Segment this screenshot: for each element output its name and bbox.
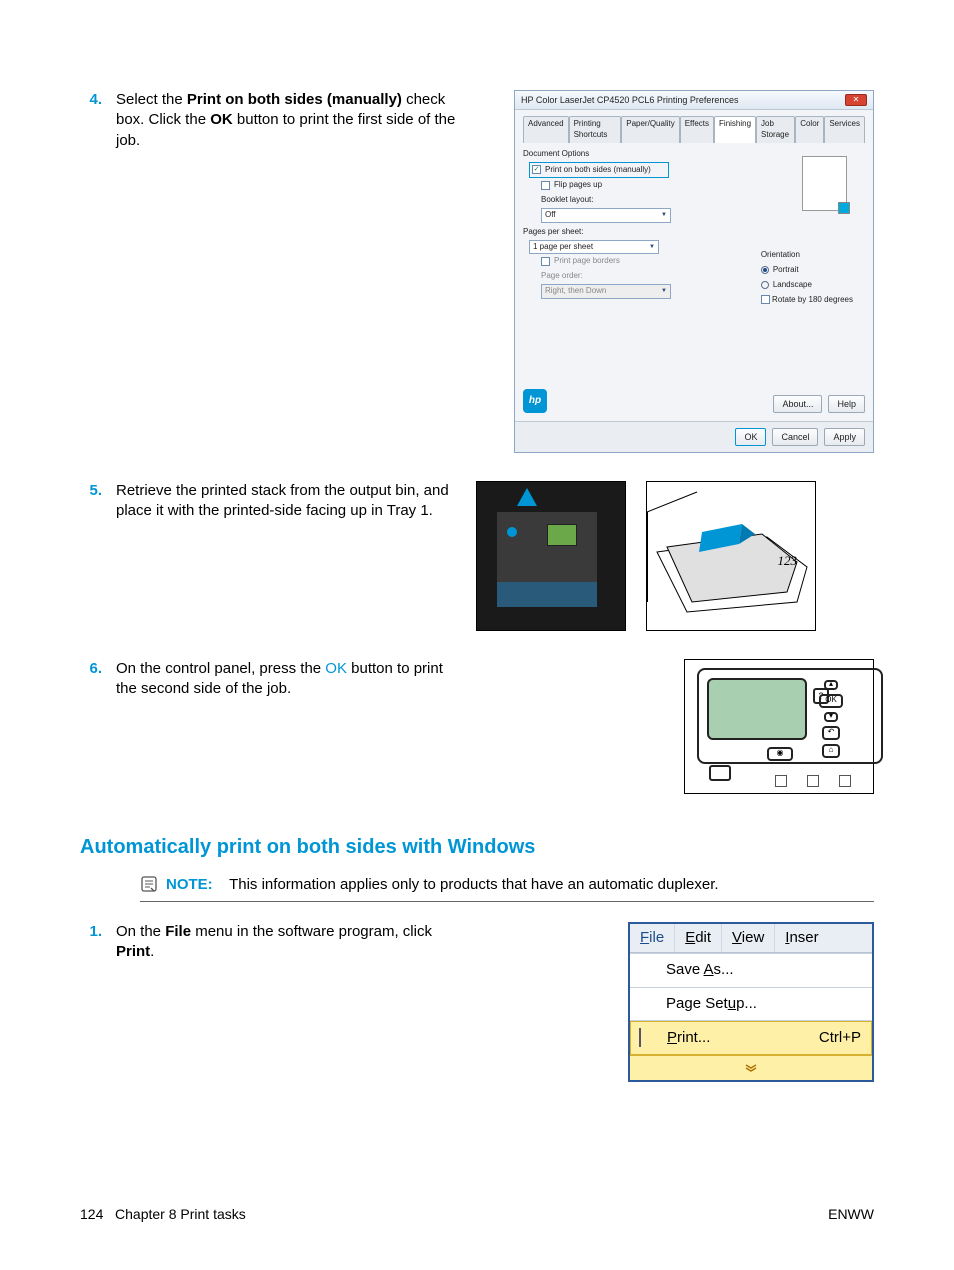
tab-job-storage[interactable]: Job Storage <box>756 116 795 143</box>
note-row: NOTE: This information applies only to p… <box>140 875 874 902</box>
step-1: 1. On the File menu in the software prog… <box>80 922 874 1082</box>
menu-view[interactable]: View <box>722 924 775 952</box>
step-number: 6. <box>80 659 116 679</box>
radio-icon <box>761 266 769 274</box>
tray-diagram: 123 <box>646 481 816 631</box>
home-button-icon: ⌂ <box>822 744 840 758</box>
page-footer: 124 Chapter 8 Print tasks ENWW <box>80 1205 874 1224</box>
cancel-button[interactable]: Cancel <box>772 428 818 446</box>
menu-page-setup[interactable]: Page Setup... <box>630 988 872 1021</box>
note-icon <box>140 875 158 893</box>
step-image-col: ? ▴ OK ▾ ↶ ⌂ ◉ <box>476 659 874 794</box>
menu-print[interactable]: Print... Ctrl+P <box>630 1021 872 1055</box>
control-panel-diagram: ? ▴ OK ▾ ↶ ⌂ ◉ <box>684 659 874 794</box>
tab-printing-shortcuts[interactable]: Printing Shortcuts <box>569 116 622 143</box>
menu-edit[interactable]: Edit <box>675 924 722 952</box>
printer-photo <box>476 481 626 631</box>
rotate-checkbox[interactable]: Rotate by 180 degrees <box>761 295 853 306</box>
menu-insert[interactable]: Inser <box>775 924 828 952</box>
up-arrow-icon: ▴ <box>824 680 838 690</box>
chapter-label: Chapter 8 Print tasks <box>115 1206 246 1222</box>
stop-button-icon: ◉ <box>767 747 793 761</box>
checkbox-icon: ✓ <box>532 165 541 174</box>
print-both-sides-checkbox[interactable]: ✓ Print on both sides (manually) <box>529 162 669 179</box>
step-number: 1. <box>80 922 116 942</box>
step-number: 4. <box>80 90 116 110</box>
checkbox-icon <box>541 181 550 190</box>
step-text: Select the Print on both sides (manually… <box>116 90 476 151</box>
radio-icon <box>761 281 769 289</box>
menubar: File Edit View Inser <box>630 924 872 953</box>
tab-paper-quality[interactable]: Paper/Quality <box>621 116 679 143</box>
tab-finishing[interactable]: Finishing <box>714 116 756 143</box>
step-text: On the control panel, press the OK butto… <box>116 659 476 700</box>
checkbox-icon <box>761 295 770 304</box>
page-number: 124 <box>80 1206 103 1222</box>
step-6: 6. On the control panel, press the OK bu… <box>80 659 874 794</box>
dialog-title: HP Color LaserJet CP4520 PCL6 Printing P… <box>521 94 738 106</box>
note-label: NOTE: <box>166 876 213 893</box>
tab-color[interactable]: Color <box>795 116 824 143</box>
help-button[interactable]: Help <box>828 395 865 413</box>
menu-print-shortcut: Ctrl+P <box>819 1028 861 1048</box>
step-text: On the File menu in the software program… <box>116 922 476 963</box>
chevron-down-icon: ▼ <box>661 287 667 295</box>
indicator-leds <box>775 775 851 787</box>
down-arrow-icon: ▾ <box>824 712 838 722</box>
chevron-down-icon: ▼ <box>649 243 655 251</box>
step-number: 5. <box>80 481 116 501</box>
lcd-screen-icon <box>707 678 807 740</box>
back-button-icon: ↶ <box>822 726 840 740</box>
pages-per-sheet-combo[interactable]: 1 page per sheet▼ <box>529 240 659 255</box>
checkbox-icon <box>541 257 550 266</box>
chevron-down-icon: ▼ <box>661 211 667 219</box>
step-image-col: 123 <box>476 481 874 631</box>
power-button-icon <box>709 765 731 781</box>
step-4: 4. Select the Print on both sides (manua… <box>80 90 874 453</box>
pages-per-sheet-label: Pages per sheet: <box>523 227 865 238</box>
close-icon[interactable]: ✕ <box>845 94 867 106</box>
ok-link: OK <box>325 660 347 677</box>
menu-file[interactable]: File <box>630 924 675 952</box>
orientation-label: Orientation <box>761 250 853 261</box>
orientation-group: Orientation Portrait Landscape Rotate by… <box>761 250 853 305</box>
step-image-col: HP Color LaserJet CP4520 PCL6 Printing P… <box>476 90 874 453</box>
page-preview-icon <box>802 156 847 211</box>
about-button[interactable]: About... <box>773 395 822 413</box>
portrait-radio[interactable]: Portrait <box>761 265 853 276</box>
dialog-titlebar: HP Color LaserJet CP4520 PCL6 Printing P… <box>515 91 873 110</box>
print-preferences-dialog: HP Color LaserJet CP4520 PCL6 Printing P… <box>514 90 874 453</box>
footer-enww: ENWW <box>828 1205 874 1224</box>
note-text: This information applies only to product… <box>229 876 718 893</box>
hp-logo-icon: hp <box>523 389 547 413</box>
printer-icon <box>639 1028 641 1047</box>
tab-services[interactable]: Services <box>824 116 865 143</box>
step-5: 5. Retrieve the printed stack from the o… <box>80 481 874 631</box>
step-image-col: File Edit View Inser Save As... Page Set… <box>476 922 874 1082</box>
booklet-combo[interactable]: Off▼ <box>541 208 671 223</box>
dialog-tabs: Advanced Printing Shortcuts Paper/Qualit… <box>523 116 865 143</box>
page-number-label: 123 <box>778 552 798 570</box>
ok-panel-button: OK <box>819 694 843 708</box>
landscape-radio[interactable]: Landscape <box>761 280 853 291</box>
menu-save-as[interactable]: Save As... <box>630 954 872 987</box>
step-text: Retrieve the printed stack from the outp… <box>116 481 476 522</box>
menu-expand-icon[interactable] <box>630 1055 872 1080</box>
file-menu-screenshot: File Edit View Inser Save As... Page Set… <box>628 922 874 1082</box>
arrow-up-icon <box>517 488 537 506</box>
apply-button[interactable]: Apply <box>824 428 865 446</box>
section-heading: Automatically print on both sides with W… <box>80 834 874 861</box>
tab-effects[interactable]: Effects <box>680 116 714 143</box>
tab-advanced[interactable]: Advanced <box>523 116 569 143</box>
page-order-combo: Right, then Down▼ <box>541 284 671 299</box>
ok-button[interactable]: OK <box>735 428 766 446</box>
